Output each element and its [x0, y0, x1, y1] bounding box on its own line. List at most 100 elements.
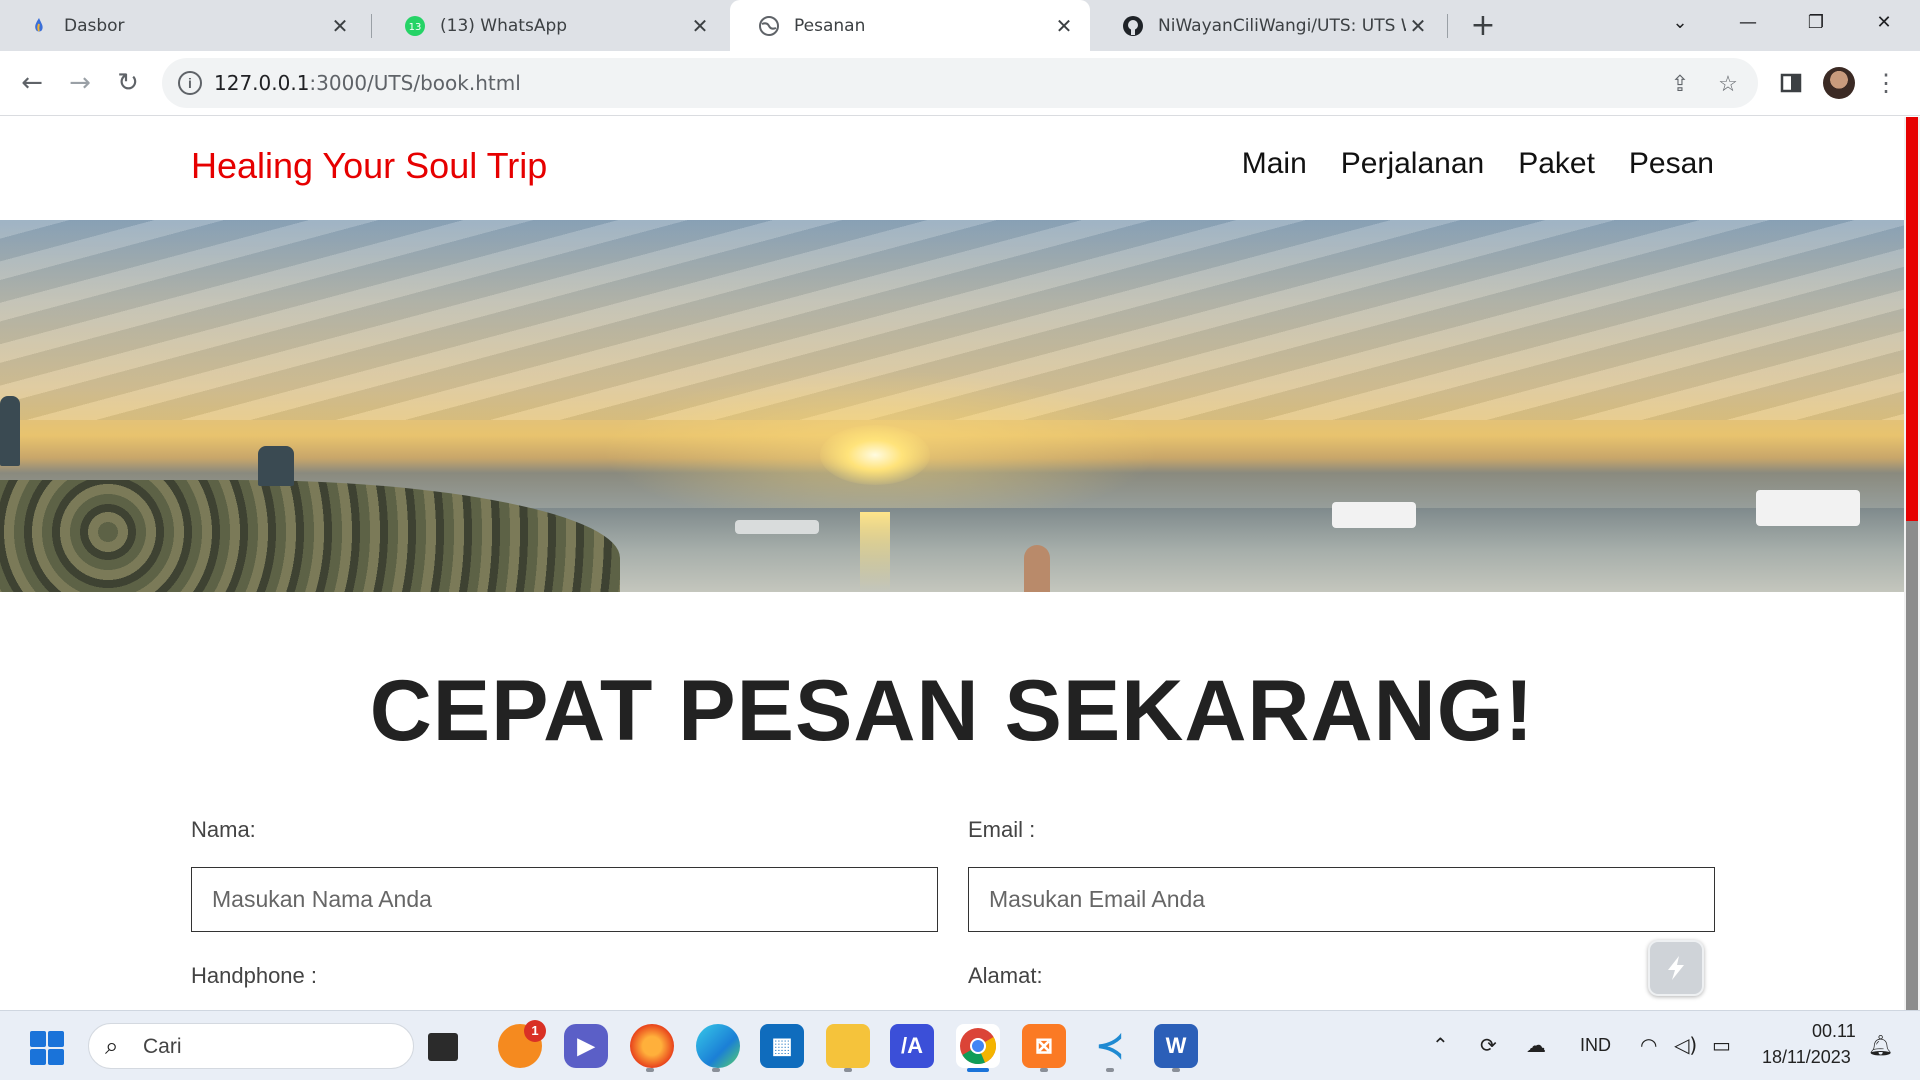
- whatsapp-badge: 13: [409, 22, 422, 33]
- name-label: Nama:: [191, 817, 256, 842]
- email-label: Email :: [968, 817, 1036, 842]
- notification-bell-icon[interactable]: 🔔︎: [1868, 1033, 1893, 1057]
- nav-paket[interactable]: Paket: [1518, 147, 1595, 181]
- hero-people: [258, 446, 294, 486]
- edge-icon[interactable]: [696, 1024, 740, 1068]
- restore-button[interactable]: ❐: [1786, 0, 1846, 44]
- more-menu-icon[interactable]: ⋮: [1870, 67, 1902, 99]
- tab-whatsapp[interactable]: 13 (13) WhatsApp ✕: [376, 0, 726, 51]
- site-brand[interactable]: Healing Your Soul Trip: [191, 145, 547, 187]
- hero-person: [0, 396, 20, 466]
- bookmark-star-icon[interactable]: ☆: [1714, 70, 1742, 98]
- tab-title: Dasbor: [64, 15, 125, 36]
- site-info-icon[interactable]: i: [178, 71, 202, 95]
- address-bar[interactable]: i 127.0.0.1:3000/UTS/book.html ⇪ ☆: [162, 58, 1758, 108]
- tab-divider: [371, 14, 372, 38]
- address-label: Alamat:: [968, 963, 1043, 988]
- task-view-icon[interactable]: [428, 1033, 458, 1061]
- close-window-button[interactable]: ✕: [1854, 0, 1914, 44]
- reload-icon[interactable]: ↻: [110, 65, 146, 101]
- close-tab-icon[interactable]: ✕: [1052, 14, 1076, 38]
- new-tab-button[interactable]: +: [1466, 8, 1500, 43]
- running-indicator: [1106, 1068, 1114, 1072]
- hero-sun-reflection: [860, 512, 890, 592]
- teams-chat-icon[interactable]: ▶: [564, 1024, 608, 1068]
- hero-boat: [735, 520, 819, 534]
- hero-hand: [1024, 545, 1050, 592]
- code-editor-icon[interactable]: /A: [890, 1024, 934, 1068]
- wordpress-icon: [28, 15, 50, 37]
- profile-avatar[interactable]: [1823, 67, 1855, 99]
- tab-title: NiWayanCiliWangi/UTS: UTS Web: [1158, 15, 1406, 36]
- scrollbar-track-fill: [1906, 521, 1918, 1010]
- url-path: :3000/UTS/book.html: [309, 71, 521, 95]
- microsoft-store-icon[interactable]: ▦: [760, 1024, 804, 1068]
- nav-main[interactable]: Main: [1242, 147, 1307, 181]
- language-indicator[interactable]: IND: [1580, 1035, 1611, 1056]
- tab-divider: [1447, 14, 1448, 38]
- forward-arrow-icon[interactable]: →: [62, 65, 98, 101]
- widgets-icon[interactable]: 1: [498, 1020, 546, 1068]
- lightning-icon: [1668, 956, 1684, 980]
- tab-title: (13) WhatsApp: [440, 15, 568, 36]
- site-nav: Main Perjalanan Paket Pesan: [1242, 147, 1714, 181]
- browser-toolbar: ← → ↻ i 127.0.0.1:3000/UTS/book.html ⇪ ☆…: [0, 51, 1920, 116]
- phone-label: Handphone :: [191, 963, 317, 988]
- taskbar-search-box[interactable]: ⌕ Cari: [88, 1023, 414, 1069]
- tab-dasbor[interactable]: Dasbor ✕: [0, 0, 366, 51]
- nav-perjalanan[interactable]: Perjalanan: [1341, 147, 1484, 181]
- tab-github[interactable]: NiWayanCiliWangi/UTS: UTS Web ✕: [1094, 0, 1444, 51]
- hero-sunset-image: [0, 220, 1904, 592]
- close-tab-icon[interactable]: ✕: [1406, 14, 1430, 38]
- xampp-icon[interactable]: ⊠: [1022, 1024, 1066, 1068]
- page-title: CEPAT PESAN SEKARANG!: [369, 663, 1535, 759]
- running-indicator: [712, 1068, 720, 1072]
- tab-pesanan[interactable]: Pesanan ✕: [730, 0, 1090, 51]
- word-icon[interactable]: W: [1154, 1024, 1198, 1068]
- tab-search-chevron-icon[interactable]: ⌄: [1650, 0, 1710, 44]
- notification-badge: 1: [524, 1020, 546, 1042]
- floating-extension-button[interactable]: [1648, 940, 1704, 996]
- sync-icon[interactable]: ⟳: [1480, 1033, 1497, 1057]
- name-input[interactable]: [191, 867, 938, 932]
- page-scrollbar[interactable]: [1904, 117, 1920, 1010]
- minimize-button[interactable]: —: [1718, 0, 1778, 44]
- running-indicator: [646, 1068, 654, 1072]
- volume-icon[interactable]: ◁): [1674, 1033, 1697, 1057]
- site-header: Healing Your Soul Trip Main Perjalanan P…: [0, 117, 1904, 220]
- email-input[interactable]: [968, 867, 1715, 932]
- back-arrow-icon[interactable]: ←: [14, 65, 50, 101]
- browser-tab-strip: Dasbor ✕ 13 (13) WhatsApp ✕ Pesanan ✕ Ni…: [0, 0, 1920, 51]
- windows-taskbar: ⌕ Cari 1 ▶ ▦ /A ⊠ ≺ W ⌃ ⟳ ☁ IND ◠ ◁) ▭ 0…: [0, 1010, 1920, 1080]
- share-icon[interactable]: ⇪: [1666, 70, 1694, 98]
- globe-icon: [758, 15, 780, 37]
- nav-pesan[interactable]: Pesan: [1629, 147, 1714, 181]
- battery-icon[interactable]: ▭: [1712, 1033, 1731, 1057]
- clock-time[interactable]: 00.11: [1812, 1021, 1856, 1042]
- url-text[interactable]: 127.0.0.1:3000/UTS/book.html: [214, 71, 521, 95]
- hero-boat: [1332, 502, 1416, 528]
- file-explorer-icon[interactable]: [826, 1024, 870, 1068]
- firefox-icon[interactable]: [630, 1024, 674, 1068]
- clock-date[interactable]: 18/11/2023: [1762, 1047, 1851, 1068]
- url-host: 127.0.0.1: [214, 71, 310, 95]
- running-indicator: [844, 1068, 852, 1072]
- hero-sun: [820, 425, 930, 485]
- running-indicator: [1040, 1068, 1048, 1072]
- scrollbar-thumb[interactable]: [1906, 117, 1918, 521]
- running-indicator-active: [967, 1068, 989, 1072]
- hero-boat: [1756, 490, 1860, 526]
- hero-rocks: [0, 480, 620, 592]
- onedrive-cloud-icon[interactable]: ☁: [1526, 1033, 1546, 1057]
- chrome-icon[interactable]: [956, 1024, 1000, 1068]
- tray-chevron-up-icon[interactable]: ⌃: [1432, 1033, 1449, 1057]
- close-tab-icon[interactable]: ✕: [328, 14, 352, 38]
- search-placeholder: Cari: [143, 1035, 182, 1058]
- side-panel-icon[interactable]: [1775, 67, 1807, 99]
- vscode-icon[interactable]: ≺: [1088, 1024, 1132, 1068]
- whatsapp-icon: 13: [404, 15, 426, 37]
- windows-start-icon[interactable]: [30, 1031, 64, 1065]
- close-tab-icon[interactable]: ✕: [688, 14, 712, 38]
- wifi-icon[interactable]: ◠: [1640, 1033, 1657, 1057]
- search-icon: ⌕: [105, 1032, 119, 1060]
